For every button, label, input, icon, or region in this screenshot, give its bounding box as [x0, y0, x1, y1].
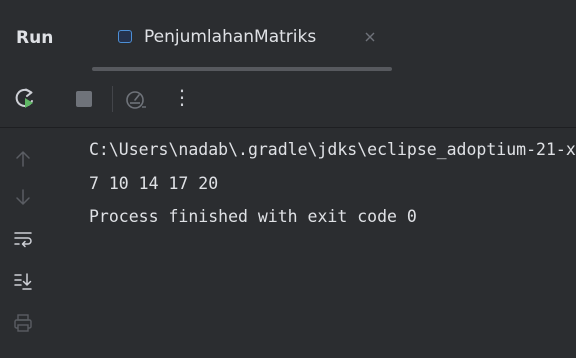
close-icon[interactable] [362, 29, 378, 45]
tool-window-header: Run PenjumlahanMatriks [0, 0, 576, 72]
console-line-output: 7 10 14 17 20 [89, 174, 219, 193]
run-toolbar: ⋮ [0, 72, 576, 128]
panel-title: Run [16, 28, 54, 48]
console-line-exit: Process finished with exit code 0 [89, 207, 417, 226]
print-icon[interactable] [12, 312, 34, 334]
profiler-icon[interactable] [124, 86, 148, 112]
tab-penjumlahan-matriks[interactable]: PenjumlahanMatriks [104, 20, 388, 60]
console-gutter [0, 128, 58, 358]
more-options-icon[interactable]: ⋮ [170, 84, 194, 110]
toolbar-separator [112, 86, 113, 112]
tab-scroll-indicator[interactable] [92, 67, 392, 71]
tab-label: PenjumlahanMatriks [144, 27, 317, 47]
console-icon [118, 30, 132, 43]
rerun-icon[interactable] [13, 86, 37, 112]
console-line-command: C:\Users\nadab\.gradle\jdks\eclipse_adop… [89, 140, 576, 159]
run-tool-window: Run PenjumlahanMatriks ⋮ C:\Users\nadab\… [0, 0, 576, 358]
soft-wrap-icon[interactable] [12, 228, 34, 250]
arrow-down-icon[interactable] [12, 186, 34, 208]
console-output[interactable]: C:\Users\nadab\.gradle\jdks\eclipse_adop… [58, 128, 576, 358]
stop-icon[interactable] [72, 86, 96, 112]
arrow-up-icon[interactable] [12, 148, 34, 170]
scroll-to-end-icon[interactable] [12, 270, 34, 292]
